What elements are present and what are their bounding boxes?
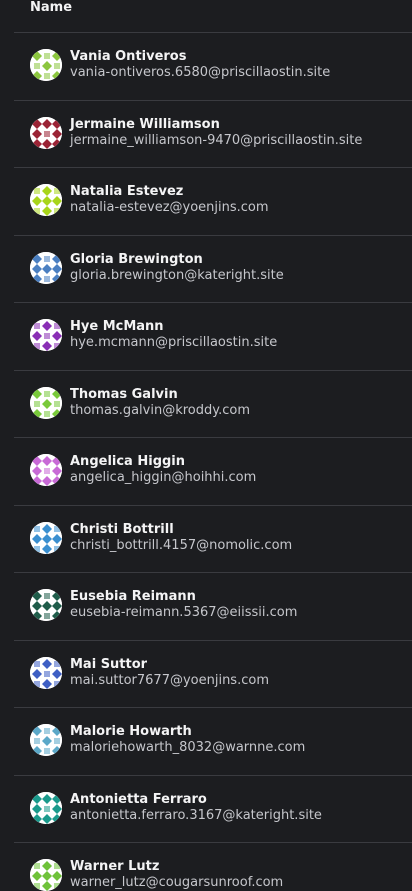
avatar-pattern-icon — [30, 116, 62, 149]
avatar — [30, 589, 62, 621]
table-row[interactable]: Malorie Howarth maloriehowarth_8032@warnn… — [14, 707, 412, 775]
table-row[interactable]: Mai Suttor mai.suttor7677@yoenjins.com — [14, 639, 412, 708]
user-name: Malorie Howarth — [70, 724, 192, 739]
avatar — [30, 386, 62, 419]
avatar-pattern-icon — [30, 386, 62, 419]
table-row[interactable]: Hye McMann hye.mcmann@priscillaostin.site — [14, 302, 412, 370]
avatar-pattern-icon — [30, 791, 62, 824]
table-row[interactable]: Thomas Galvin thomas.galvin@kroddy.com — [14, 369, 412, 438]
user-name: Jermaine Williamson — [70, 116, 220, 132]
avatar — [30, 454, 62, 486]
avatar — [30, 724, 62, 756]
avatar-pattern-icon — [30, 251, 62, 284]
table-row[interactable]: Eusebia Reimann eusebia-reimann.5367@eiis… — [14, 572, 412, 640]
user-name: Antonietta Ferraro — [70, 791, 207, 807]
user-list-screen: Name Vania Ontiveros vania-ontiveros.6580… — [0, 0, 412, 891]
user-email: thomas.galvin@kroddy.com — [70, 402, 250, 418]
user-name: Thomas Galvin — [70, 386, 178, 402]
user-email: natalia-estevez@yoenjins.com — [70, 200, 269, 215]
user-name: Warner Lutz — [70, 859, 160, 874]
avatar-pattern-icon — [30, 859, 62, 891]
table-row[interactable]: Gloria Brewington gloria.brewington@kater… — [14, 234, 412, 303]
avatar-pattern-icon — [30, 184, 62, 216]
user-email: angelica_higgin@hoihhi.com — [70, 470, 257, 485]
table-row[interactable]: Vania Ontiveros vania-ontiveros.6580@pris… — [14, 32, 412, 100]
avatar-pattern-icon — [30, 724, 62, 756]
avatar — [30, 184, 62, 216]
user-email: jermaine_williamson-9470@priscillaostin.… — [70, 132, 363, 148]
avatar — [30, 116, 62, 149]
user-name: Mai Suttor — [70, 656, 148, 672]
table-row[interactable]: Angelica Higgin angelica_higgin@hoihhi.co… — [14, 437, 412, 505]
avatar-pattern-icon — [30, 319, 62, 351]
user-name: Christi Bottrill — [70, 521, 174, 537]
avatar — [30, 859, 62, 891]
table-row[interactable]: Natalia Estevez natalia-estevez@yoenjins.… — [14, 167, 412, 235]
user-name: Hye McMann — [70, 319, 164, 334]
avatar — [30, 319, 62, 351]
avatar — [30, 251, 62, 284]
avatar-pattern-icon — [30, 521, 62, 554]
user-name: Eusebia Reimann — [70, 589, 196, 604]
user-name: Gloria Brewington — [70, 251, 203, 267]
user-email: hye.mcmann@priscillaostin.site — [70, 335, 278, 350]
user-email: gloria.brewington@kateright.site — [70, 267, 284, 283]
user-name: Vania Ontiveros — [70, 49, 187, 64]
avatar-pattern-icon — [30, 49, 62, 81]
avatar — [30, 521, 62, 554]
user-name: Angelica Higgin — [70, 454, 186, 469]
table-row[interactable]: Jermaine Williamson jermaine_williamson-9… — [14, 99, 412, 168]
table-row[interactable]: Antonietta Ferraro antonietta.ferraro.316… — [14, 774, 412, 843]
user-email: vania-ontiveros.6580@priscillaostin.site — [70, 65, 331, 80]
table-row[interactable]: Christi Bottrill christi_bottrill.4157@no… — [14, 504, 412, 573]
avatar-pattern-icon — [30, 589, 62, 621]
avatar-pattern-icon — [30, 656, 62, 689]
avatar-pattern-icon — [30, 454, 62, 486]
user-email: christi_bottrill.4157@nomolic.com — [70, 537, 293, 553]
user-email: antonietta.ferraro.3167@kateright.site — [70, 807, 322, 823]
avatar — [30, 49, 62, 81]
user-email: eusebia-reimann.5367@eiissii.com — [70, 605, 298, 620]
user-name: Natalia Estevez — [70, 184, 184, 199]
user-email: maloriehowarth_8032@warnne.com — [70, 740, 306, 755]
avatar — [30, 656, 62, 689]
user-email: warner_lutz@cougarsunroof.com — [70, 875, 284, 890]
table-row[interactable]: Warner Lutz warner_lutz@cougarsunroof.com — [14, 842, 412, 891]
column-header-name[interactable]: Name — [30, 0, 72, 16]
user-table: Vania Ontiveros vania-ontiveros.6580@pris… — [14, 32, 412, 891]
user-email: mai.suttor7677@yoenjins.com — [70, 672, 269, 688]
avatar — [30, 791, 62, 824]
